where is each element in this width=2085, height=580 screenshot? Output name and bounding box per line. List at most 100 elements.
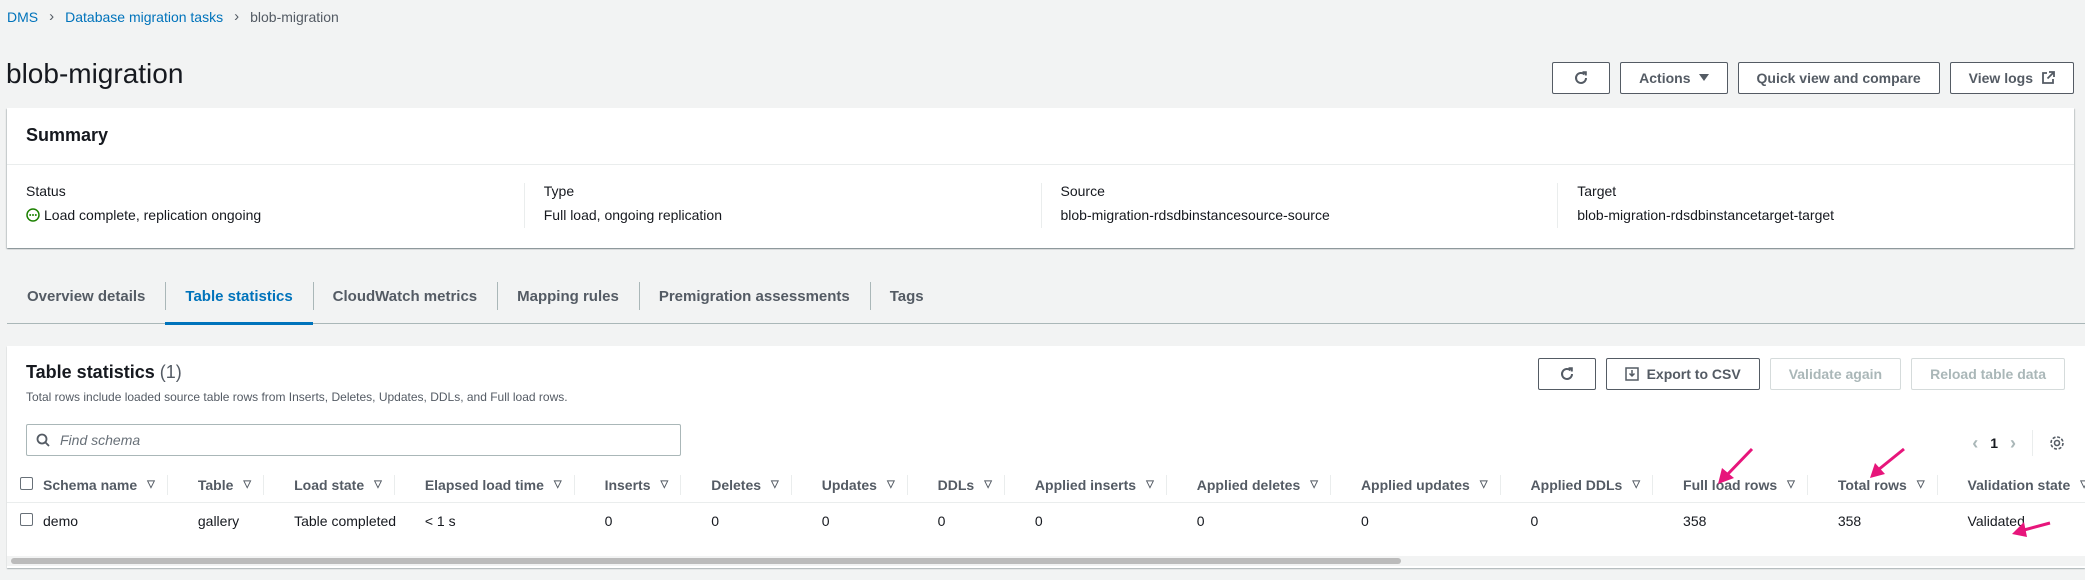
sort-caret-icon[interactable]: ▽	[147, 479, 155, 490]
cell-load-state: Table completed	[294, 513, 397, 530]
chevron-left-icon[interactable]: ‹	[1972, 433, 1978, 454]
row-checkbox[interactable]	[20, 513, 33, 527]
table-header-row: Schema name ▽ Table ▽ Load state ▽ Elapsed …	[7, 468, 2085, 503]
tab-mapping-rules[interactable]: Mapping rules	[497, 276, 639, 324]
summary-source: Source blob-migration-rdsdbinstancesourc…	[1040, 183, 1558, 228]
horizontal-scrollbar[interactable]	[7, 556, 2085, 566]
cell-schema-name: demo	[43, 513, 79, 530]
cell-updates: 0	[821, 513, 830, 530]
cell-deletes: 0	[711, 513, 719, 530]
source-link[interactable]: blob-migration-rdsdbinstancesource-sourc…	[1061, 207, 1330, 223]
summary-panel: Summary Status Load complete, replicatio…	[7, 108, 2074, 248]
sort-caret-icon[interactable]: ▽	[374, 479, 382, 490]
select-all-checkbox[interactable]	[20, 476, 33, 490]
col-ddls[interactable]: DDLs	[938, 477, 975, 493]
breadcrumb-current: blob-migration	[250, 8, 339, 25]
actions-dropdown[interactable]: Actions	[1620, 62, 1728, 94]
col-deletes[interactable]: Deletes	[711, 477, 761, 493]
tab-table-statistics[interactable]: Table statistics	[165, 276, 313, 325]
cell-applied-updates: 0	[1360, 513, 1369, 530]
find-schema-input[interactable]	[58, 431, 680, 449]
col-applied-updates[interactable]: Applied updates	[1361, 477, 1470, 493]
settings-gear-icon[interactable]	[2049, 435, 2065, 451]
cell-inserts: 0	[604, 513, 613, 530]
cell-total-rows: 358	[1837, 513, 1862, 530]
col-applied-ddls[interactable]: Applied DDLs	[1531, 477, 1623, 493]
sort-caret-icon[interactable]: ▽	[1480, 479, 1488, 490]
col-applied-deletes[interactable]: Applied deletes	[1197, 477, 1300, 493]
sort-caret-icon[interactable]: ▽	[1146, 479, 1154, 490]
table-description: Total rows include loaded source table r…	[26, 390, 568, 404]
sort-caret-icon[interactable]: ▽	[1632, 479, 1640, 490]
table-row[interactable]: demo gallery Table completed < 1 s 0 0 0…	[7, 502, 2085, 540]
external-link-icon	[2042, 71, 2055, 84]
col-elapsed-load-time[interactable]: Elapsed load time	[425, 477, 544, 493]
chevron-right-icon[interactable]: ›	[2010, 433, 2016, 454]
sort-caret-icon[interactable]: ▽	[1310, 479, 1318, 490]
cell-applied-deletes: 0	[1196, 513, 1205, 530]
sort-caret-icon[interactable]: ▽	[984, 479, 992, 490]
annotation-arrow-validation-state	[2012, 521, 2051, 537]
cell-full-load-rows: 358	[1683, 513, 1707, 530]
table-count: (1)	[159, 362, 182, 382]
table-title-text: Table statistics	[26, 362, 155, 382]
table-actions: Export to CSV Validate again Reload tabl…	[1537, 358, 2065, 390]
tab-overview-details[interactable]: Overview details	[7, 276, 165, 324]
scrollbar-thumb[interactable]	[11, 558, 1401, 564]
tab-premigration-assessments[interactable]: Premigration assessments	[638, 276, 870, 324]
cell-applied-ddls: 0	[1530, 513, 1539, 530]
refresh-icon	[1560, 367, 1573, 380]
refresh-icon	[1575, 71, 1588, 84]
status-value: Load complete, replication ongoing	[44, 207, 262, 223]
actions-label: Actions	[1639, 70, 1691, 86]
sort-caret-icon[interactable]: ▽	[1787, 479, 1795, 490]
sort-caret-icon[interactable]: ▽	[887, 479, 895, 490]
search-icon	[36, 433, 50, 447]
table-refresh-button[interactable]	[1537, 358, 1596, 390]
target-label: Target	[1577, 183, 1617, 199]
sort-caret-icon[interactable]: ▽	[771, 479, 779, 490]
col-table[interactable]: Table	[198, 477, 234, 493]
target-link[interactable]: blob-migration-rdsdbinstancetarget-targe…	[1577, 207, 1834, 223]
breadcrumb: DMS › Database migration tasks › blob-mi…	[7, 8, 339, 25]
sort-caret-icon[interactable]: ▽	[1917, 479, 1925, 490]
quick-view-compare-button[interactable]: Quick view and compare	[1737, 62, 1940, 94]
caret-down-icon	[1698, 74, 1709, 81]
page-number[interactable]: 1	[1990, 435, 1998, 451]
annotation-arrow-total-rows	[1870, 447, 1905, 478]
sort-caret-icon[interactable]: ▽	[661, 479, 669, 490]
col-updates[interactable]: Updates	[822, 477, 877, 493]
tab-tags[interactable]: Tags	[869, 276, 944, 324]
summary-title: Summary	[26, 125, 109, 145]
cell-ddls: 0	[937, 513, 946, 530]
cell-elapsed-load-time: < 1 s	[424, 513, 456, 530]
col-applied-inserts[interactable]: Applied inserts	[1035, 477, 1136, 493]
col-load-state[interactable]: Load state	[294, 477, 364, 493]
col-inserts[interactable]: Inserts	[605, 477, 651, 493]
sort-caret-icon[interactable]: ▽	[554, 479, 562, 490]
page-title: blob-migration	[6, 58, 184, 89]
view-logs-label: View logs	[1968, 70, 2033, 86]
reload-table-data-button[interactable]: Reload table data	[1911, 358, 2065, 390]
download-icon	[1624, 367, 1639, 381]
col-validation-state[interactable]: Validation state	[1968, 477, 2071, 493]
tab-cloudwatch-metrics[interactable]: CloudWatch metrics	[312, 276, 497, 324]
col-schema-name[interactable]: Schema name	[43, 477, 137, 493]
view-logs-button[interactable]: View logs	[1949, 62, 2074, 94]
breadcrumb-migration-tasks[interactable]: Database migration tasks	[65, 9, 223, 25]
type-label: Type	[543, 183, 575, 199]
refresh-button[interactable]	[1552, 62, 1611, 94]
source-label: Source	[1060, 183, 1105, 199]
sort-caret-icon[interactable]: ▽	[2080, 479, 2085, 490]
tab-bar: Overview details Table statistics CloudW…	[7, 276, 2085, 325]
sort-caret-icon[interactable]: ▽	[243, 479, 251, 490]
summary-target: Target blob-migration-rdsdbinstancetarge…	[1557, 183, 2074, 228]
export-csv-button[interactable]: Export to CSV	[1605, 358, 1760, 390]
header-actions: Actions Quick view and compare View logs	[1552, 62, 2074, 94]
type-value: Full load, ongoing replication	[543, 207, 722, 223]
validate-again-button[interactable]: Validate again	[1769, 358, 1902, 390]
export-csv-label: Export to CSV	[1646, 366, 1741, 382]
cell-table: gallery	[197, 513, 240, 530]
table-statistics-title: Table statistics (1)	[26, 362, 182, 383]
breadcrumb-dms[interactable]: DMS	[7, 9, 38, 25]
